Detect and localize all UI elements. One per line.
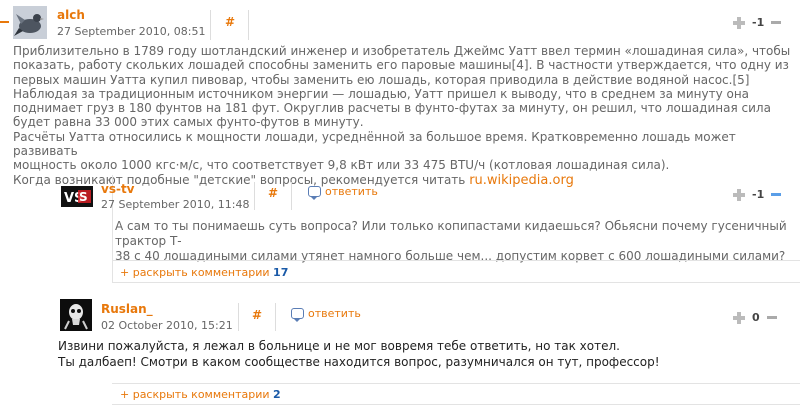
body-line: 38 с 40 лошадиными силами утянет намного… bbox=[115, 249, 786, 263]
comment-body: Извини пожалуйста, я лежал в больнице и … bbox=[58, 338, 798, 370]
vote-controls: -1 bbox=[733, 188, 782, 201]
body-line: А сам то ты понимаешь суть вопроса? Или … bbox=[115, 219, 787, 248]
comment-body: Приблизительно в 1789 году шотландский и… bbox=[13, 44, 798, 188]
skull-avatar-icon bbox=[60, 299, 92, 331]
divider bbox=[291, 182, 292, 210]
plus-icon[interactable] bbox=[733, 188, 745, 201]
body-line: Расчёты Уатта относились к мощности лоша… bbox=[13, 129, 736, 159]
wikipedia-link[interactable]: ru.wikipedia.org bbox=[469, 173, 574, 188]
comment-body: А сам то ты понимаешь суть вопроса? Или … bbox=[115, 219, 795, 264]
avatar[interactable]: VS S bbox=[61, 186, 93, 207]
score: 0 bbox=[752, 311, 760, 324]
plus-icon[interactable] bbox=[733, 16, 745, 29]
minus-icon[interactable] bbox=[771, 193, 782, 196]
body-line: показать, работу скольких лошадей способ… bbox=[13, 58, 789, 73]
body-line: Наблюдая за традиционным источником энер… bbox=[13, 86, 750, 101]
divider bbox=[112, 282, 800, 283]
body-line: мощность около 1000 кгс·м/с, что соответ… bbox=[13, 158, 670, 173]
body-line: Приблизительно в 1789 году шотландский и… bbox=[13, 44, 791, 58]
comment-date: 02 October 2010, 15:21 bbox=[101, 319, 233, 332]
expand-comments-button[interactable]: + раскрыть комментарии 17 bbox=[120, 266, 288, 279]
divider bbox=[254, 182, 255, 210]
comment-author[interactable]: Ruslan_ bbox=[101, 302, 153, 316]
pigeon-avatar-icon bbox=[13, 6, 47, 39]
speech-bubble-icon bbox=[308, 186, 321, 200]
comment-date: 27 September 2010, 08:51 bbox=[57, 25, 206, 38]
divider bbox=[210, 10, 211, 40]
body-line: первых машин Уатта купил пивовар, чтобы … bbox=[13, 72, 750, 87]
divider bbox=[248, 10, 249, 40]
permalink[interactable]: # bbox=[268, 186, 278, 200]
divider bbox=[238, 303, 239, 331]
expand-label: + раскрыть комментарии bbox=[120, 388, 270, 401]
reply-button[interactable]: ответить bbox=[291, 307, 361, 322]
speech-bubble-icon bbox=[291, 308, 304, 322]
vote-controls: 0 bbox=[733, 311, 777, 324]
reply-label: ответить bbox=[308, 307, 361, 320]
svg-text:S: S bbox=[79, 190, 88, 204]
comment-count: 17 bbox=[273, 266, 289, 279]
minus-icon[interactable] bbox=[766, 316, 777, 319]
body-line-text: Когда возникают подобные "детские" вопро… bbox=[13, 172, 470, 187]
expand-label: + раскрыть комментарии bbox=[120, 266, 270, 279]
permalink[interactable]: # bbox=[252, 308, 262, 322]
vote-controls: -1 bbox=[733, 16, 782, 29]
body-line: поднимает груз в 180 фунтов на 181 фут. … bbox=[13, 101, 771, 116]
score: -1 bbox=[752, 188, 765, 201]
thread-indicator bbox=[0, 21, 9, 23]
body-line: Ты далбаеп! Смотри в каком сообществе на… bbox=[58, 355, 660, 369]
permalink[interactable]: # bbox=[225, 15, 235, 29]
divider bbox=[112, 383, 800, 384]
plus-icon[interactable] bbox=[733, 311, 745, 324]
score: -1 bbox=[752, 16, 765, 29]
reply-button[interactable]: ответить bbox=[308, 185, 378, 200]
comment-date: 27 September 2010, 11:48 bbox=[101, 198, 250, 211]
divider bbox=[112, 404, 800, 405]
reply-label: ответить bbox=[325, 185, 378, 198]
comment-author[interactable]: vs-tv bbox=[101, 182, 135, 196]
avatar[interactable] bbox=[60, 299, 92, 331]
minus-icon[interactable] bbox=[771, 21, 782, 24]
divider bbox=[112, 260, 800, 261]
vs-logo-icon: VS S bbox=[61, 186, 93, 207]
comment-author[interactable]: alch bbox=[57, 8, 85, 22]
body-line: Извини пожалуйста, я лежал в больнице и … bbox=[58, 339, 620, 353]
expand-comments-button[interactable]: + раскрыть комментарии 2 bbox=[120, 388, 281, 401]
body-line: будет равна 33 000 этих самых фунто-футо… bbox=[13, 115, 364, 130]
avatar[interactable] bbox=[13, 6, 47, 39]
divider bbox=[275, 303, 276, 331]
comment-count: 2 bbox=[273, 388, 281, 401]
